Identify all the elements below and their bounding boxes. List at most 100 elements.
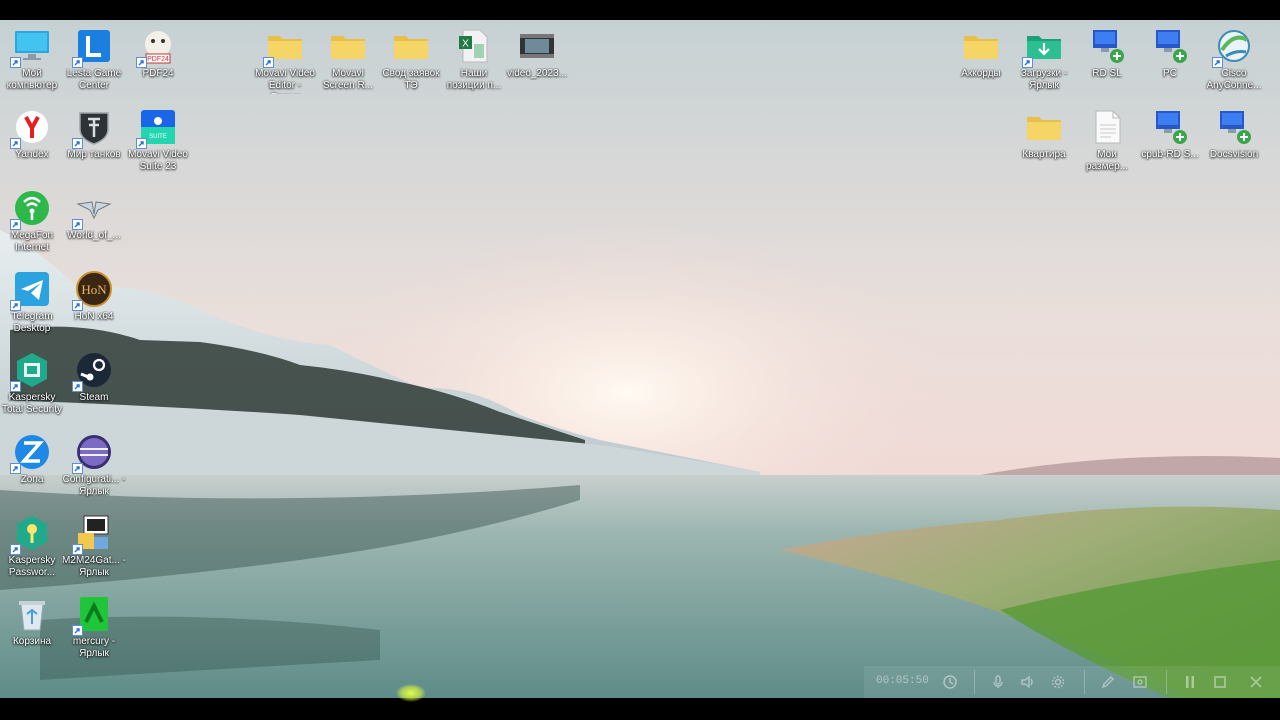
cisco-icon	[1212, 26, 1254, 68]
desktop-icon[interactable]: Movavi Video Editor - Ярлык	[253, 20, 317, 98]
remote-desktop-icon	[1150, 107, 1190, 147]
desktop-icon[interactable]: Квартира	[1012, 101, 1076, 179]
desktop-icon-label: Movavi Video Editor - Ярлык	[255, 68, 315, 94]
letterbox-bottom	[0, 698, 1280, 720]
desktop-icon-label: Cisco AnyConne...	[1206, 68, 1262, 91]
movavi-suite-icon: SUITE	[136, 107, 178, 149]
desktop-icon[interactable]: Yandex	[0, 101, 64, 179]
desktop-icon[interactable]: cpub-RD S...	[1138, 101, 1202, 179]
tank-shield-icon	[72, 107, 114, 149]
desktop-icon[interactable]: Cisco AnyConne...	[1202, 20, 1266, 98]
desktop-icon[interactable]: Корзина	[0, 588, 64, 666]
desktop-icon[interactable]: Steam	[62, 344, 126, 422]
desktop-icon[interactable]: Lesta Game Center	[62, 20, 126, 98]
desktop-icon[interactable]: Telegram Desktop	[0, 263, 64, 341]
remote-desktop-icon	[1214, 107, 1254, 147]
desktop-icon[interactable]: Movavi Screen R...	[316, 20, 380, 98]
desktop-icon-label: Steam	[79, 392, 109, 403]
pdf24-icon: PDF24	[136, 26, 178, 68]
svg-text:X: X	[462, 39, 469, 50]
desktop-icon-label: M2M24Gat... - Ярлык	[62, 555, 126, 578]
microphone-icon[interactable]	[990, 674, 1006, 690]
desktop-icon-label: HoN x64	[74, 311, 114, 322]
desktop-icon[interactable]: Свод заявок ТЭ	[379, 20, 443, 98]
shortcut-arrow-icon	[72, 544, 83, 555]
clock-icon[interactable]	[942, 674, 958, 690]
shortcut-arrow-icon	[10, 138, 21, 149]
desktop-icon[interactable]: M2M24Gat... - Ярлык	[62, 507, 126, 585]
shortcut-arrow-icon	[10, 381, 21, 392]
desktop-icon-label: PC	[1163, 68, 1177, 79]
desktop-icon[interactable]: video_2023...	[505, 20, 569, 98]
stop-icon[interactable]	[1212, 674, 1228, 690]
desktop-icon-label: Свод заявок ТЭ	[382, 68, 440, 91]
wings-icon	[72, 188, 114, 230]
desktop-icon[interactable]: Kaspersky Total Security	[0, 344, 64, 422]
desktop-icon[interactable]: Загрузки - Ярлык	[1012, 20, 1076, 98]
desktop-icon-label: Docsvision	[1209, 149, 1259, 160]
shortcut-arrow-icon	[136, 138, 147, 149]
desktop-icon-label: Zona	[20, 474, 44, 485]
desktop-icon[interactable]: Docsvision	[1202, 101, 1266, 179]
desktop-icon-label: cpub-RD S...	[1141, 149, 1199, 160]
desktop-icon[interactable]: Мир танков	[62, 101, 126, 179]
shortcut-arrow-icon	[72, 219, 83, 230]
shortcut-arrow-icon	[10, 57, 21, 68]
toolbar-divider	[974, 670, 975, 694]
settings-icon[interactable]	[1050, 674, 1066, 690]
excel-file-icon: X	[454, 26, 494, 66]
pencil-icon[interactable]	[1100, 674, 1116, 690]
telegram-icon	[10, 269, 52, 311]
desktop-icon[interactable]: mercury - Ярлык	[62, 588, 126, 666]
desktop-icon-label: Configurati... - Ярлык	[62, 474, 126, 497]
close-icon[interactable]	[1248, 674, 1264, 690]
shortcut-arrow-icon	[1022, 57, 1033, 68]
desktop-icon-label: PDF24	[142, 68, 174, 79]
video-file-icon	[517, 26, 557, 66]
desktop-icon-label: Kaspersky Passwor...	[8, 555, 56, 578]
desktop-icon-label: MegaFon Internet	[10, 230, 54, 253]
document-icon	[1087, 107, 1127, 147]
zona-icon	[10, 432, 52, 474]
desktop-icon[interactable]: Kaspersky Passwor...	[0, 507, 64, 585]
folder-icon	[328, 26, 368, 66]
folder-icon	[961, 26, 1001, 66]
desktop-icon[interactable]: World_of_...	[62, 182, 126, 260]
desktop-icon-label: World_of_...	[67, 230, 121, 241]
desktop-icon[interactable]: PC	[1138, 20, 1202, 98]
folder-icon	[391, 26, 431, 66]
webcam-icon[interactable]	[1132, 674, 1148, 690]
desktop-icon-label: Мои размер...	[1086, 149, 1128, 172]
steam-icon	[72, 350, 114, 392]
recycle-bin-icon	[12, 594, 52, 634]
shortcut-arrow-icon	[263, 57, 274, 68]
speaker-icon[interactable]	[1020, 674, 1036, 690]
desktop-icon[interactable]: PDF24 PDF24	[126, 20, 190, 98]
mercury-icon	[72, 594, 114, 636]
pause-icon[interactable]	[1182, 674, 1198, 690]
remote-desktop-icon	[1087, 26, 1127, 66]
toolbar-divider	[1084, 670, 1085, 694]
desktop-icon[interactable]: SUITE Movavi Video Suite 23	[126, 101, 190, 179]
toolbar-divider	[1166, 670, 1167, 694]
shortcut-arrow-icon	[10, 544, 21, 555]
desktop-icon[interactable]: HoN HoN x64	[62, 263, 126, 341]
desktop-icon[interactable]: Configurati... - Ярлык	[62, 426, 126, 504]
desktop-icon-label: Загрузки - Ярлык	[1020, 68, 1068, 91]
shortcut-arrow-icon	[72, 57, 83, 68]
yandex-icon	[10, 107, 52, 149]
screen-recorder-toolbar: 00:05:50	[864, 666, 1280, 698]
desktop-icon[interactable]: X Наши позиции п...	[442, 20, 506, 98]
desktop-icon[interactable]: Мои размер...	[1075, 101, 1139, 179]
desktop-icon-label: video_2023...	[506, 68, 568, 79]
desktop-icon[interactable]: Zona	[0, 426, 64, 504]
desktop-icon[interactable]: Мой компьютер	[0, 20, 64, 98]
eclipse-icon	[72, 432, 114, 474]
desktop-icon[interactable]: Аккорды	[949, 20, 1013, 98]
monitor-icon	[10, 26, 52, 68]
desktop-icon-label: Movavi Video Suite 23	[128, 149, 188, 172]
desktop-icon[interactable]: RD SL	[1075, 20, 1139, 98]
shortcut-arrow-icon	[10, 463, 21, 474]
desktop-icon[interactable]: MegaFon Internet	[0, 182, 64, 260]
desktop-icon-label: Yandex	[15, 149, 49, 160]
